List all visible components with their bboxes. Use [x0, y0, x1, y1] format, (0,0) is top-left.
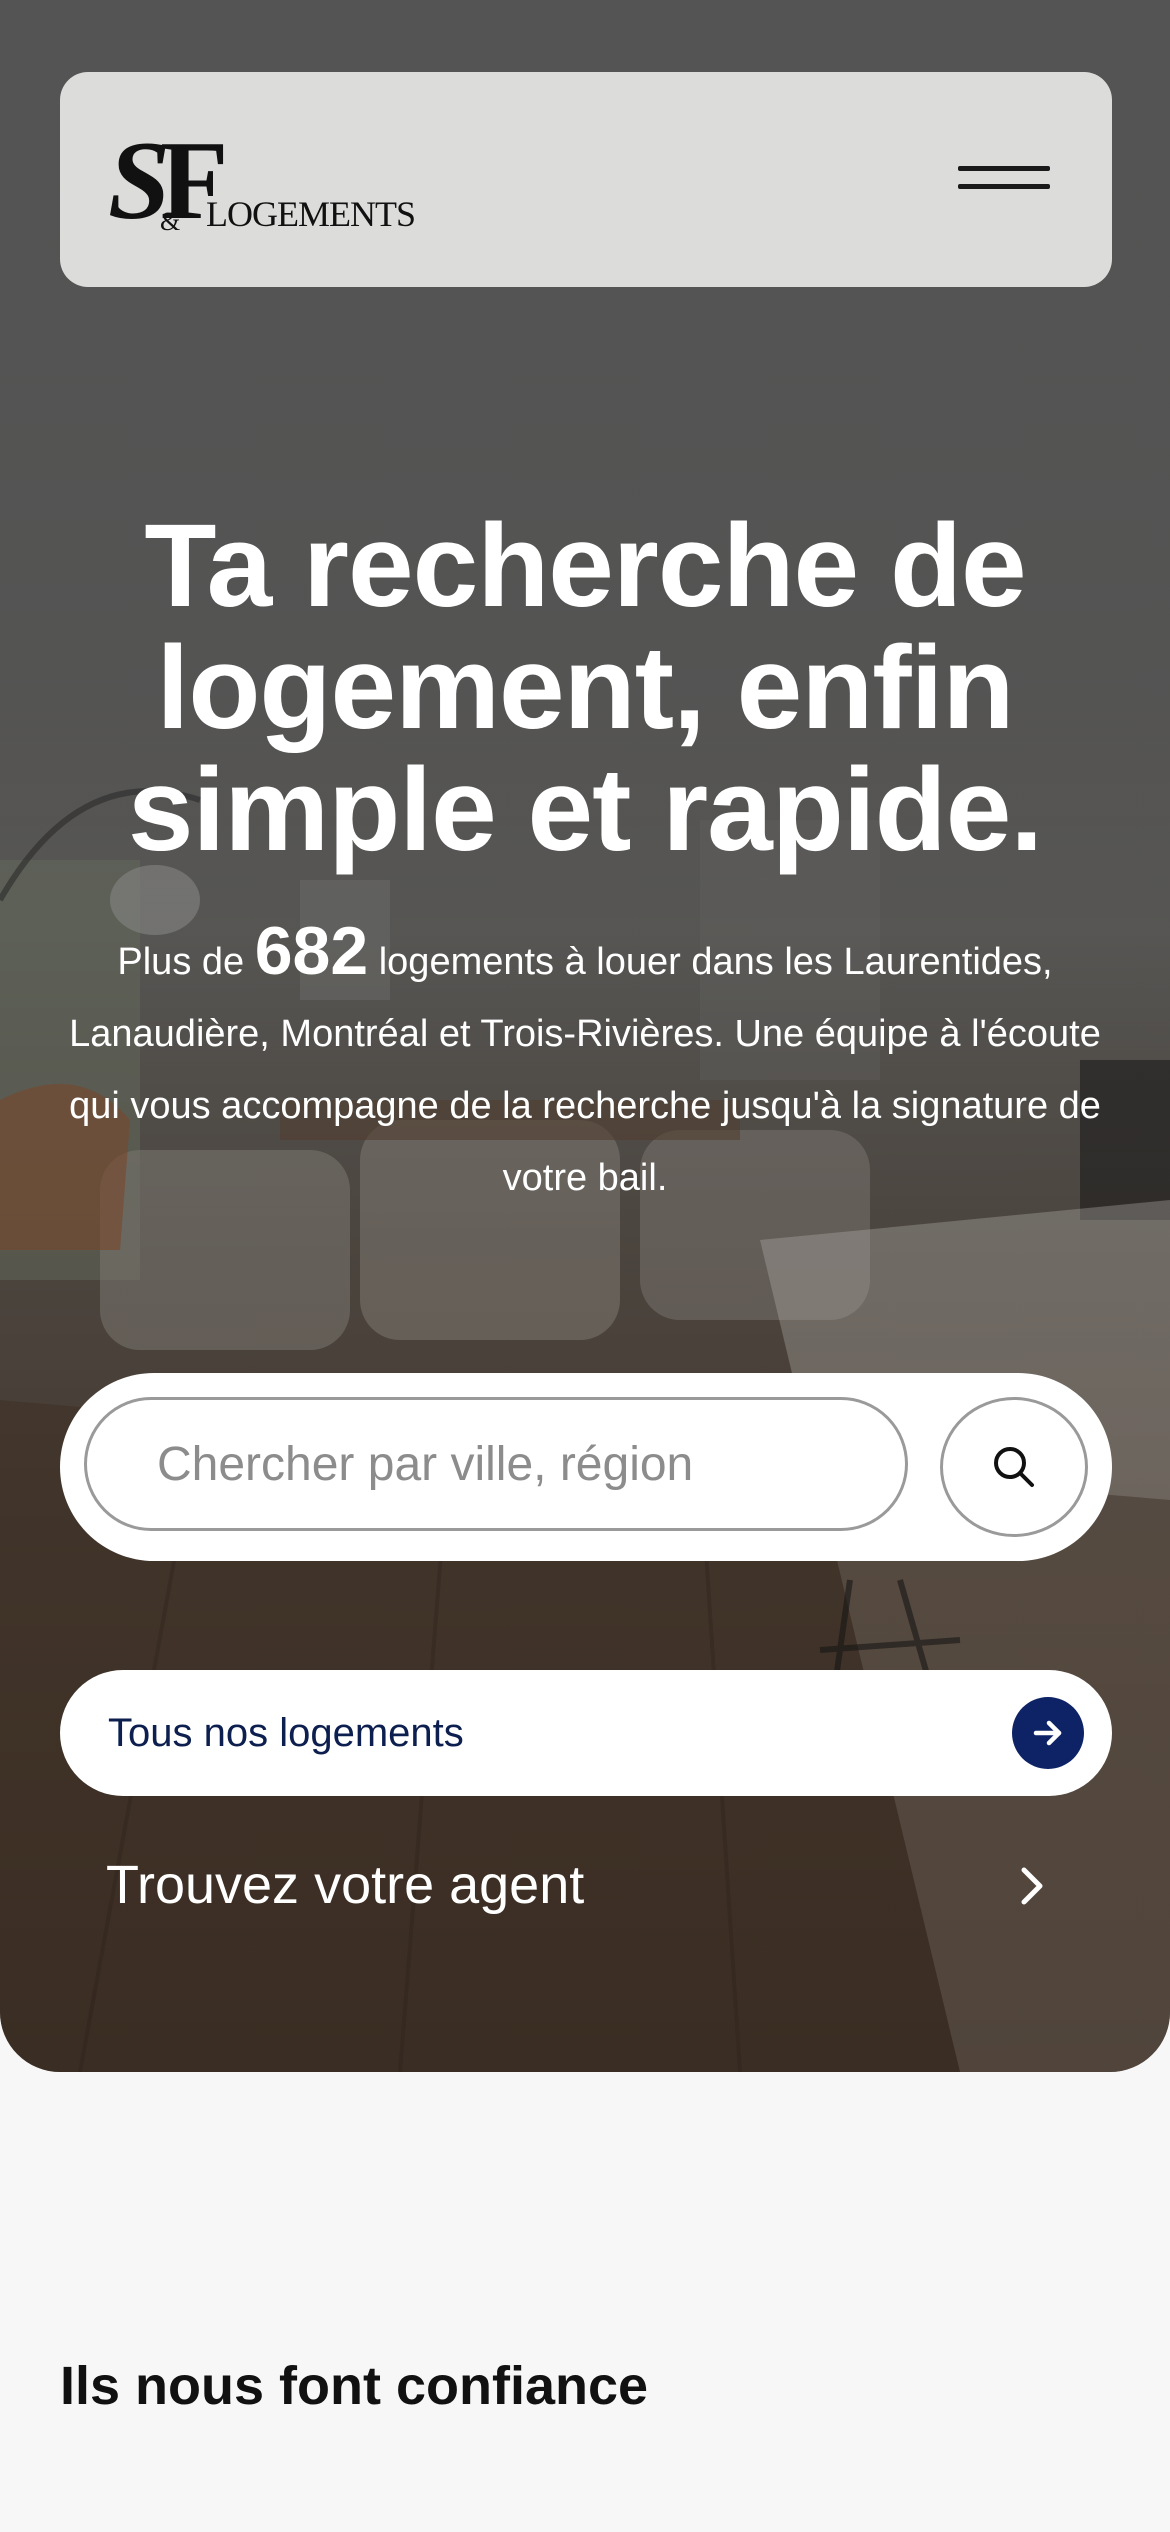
hamburger-icon[interactable]	[958, 160, 1050, 200]
site-header: S F & LOGEMENTS	[60, 72, 1112, 287]
brand-logo[interactable]: S F & LOGEMENTS	[108, 119, 428, 243]
find-agent-label: Trouvez votre agent	[106, 1855, 585, 1915]
hero-section: S F & LOGEMENTS Ta recherche de logement…	[0, 0, 1170, 2072]
all-listings-label: Tous nos logements	[108, 1711, 464, 1755]
subtitle-prefix: Plus de	[117, 941, 245, 983]
menu-bar-top	[958, 166, 1050, 171]
page: S F & LOGEMENTS Ta recherche de logement…	[0, 0, 1170, 2532]
trust-section-title: Ils nous font confiance	[60, 2356, 649, 2416]
svg-text:LOGEMENTS: LOGEMENTS	[206, 194, 415, 232]
hero-subtitle: Plus de 682 logements à louer dans les L…	[60, 915, 1110, 1214]
svg-text:&: &	[160, 207, 180, 232]
all-listings-button[interactable]: Tous nos logements	[60, 1670, 1112, 1796]
search-input[interactable]	[84, 1397, 908, 1531]
search-button[interactable]	[940, 1397, 1088, 1537]
hero-headline: Ta recherche de logement, enfin simple e…	[127, 500, 1043, 876]
find-agent-link[interactable]: Trouvez votre agent	[60, 1830, 1112, 1940]
search-icon	[994, 1447, 1034, 1487]
menu-bar-bottom	[958, 184, 1050, 189]
listing-count: 682	[254, 913, 369, 989]
arrow-right-icon	[1012, 1697, 1084, 1769]
search-card	[60, 1373, 1112, 1561]
chevron-right-icon	[1021, 1867, 1043, 1905]
